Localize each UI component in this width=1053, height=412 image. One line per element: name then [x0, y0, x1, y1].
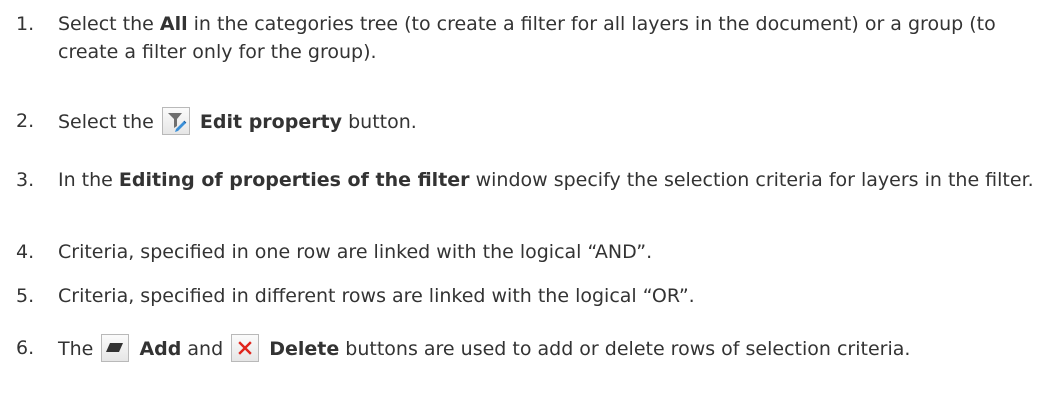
step-text-part: Select the	[58, 13, 160, 35]
step-number: 4.	[16, 241, 35, 263]
step-text: Select the Edit property button.	[58, 107, 1046, 136]
step-number: 1.	[16, 13, 35, 35]
step-number: 2.	[16, 110, 35, 132]
step-text-part: and	[181, 338, 230, 360]
step-number: 6.	[16, 337, 35, 359]
step-text-part: Criteria, specified in different rows ar…	[58, 285, 695, 307]
add-row-icon	[101, 334, 130, 362]
step-item: 5. Criteria, specified in different rows…	[16, 282, 1046, 310]
step-text-bold: Edit property	[199, 111, 343, 133]
step-text: Criteria, specified in different rows ar…	[58, 282, 1046, 310]
step-text-part: button.	[342, 111, 417, 133]
step-text-part: In the	[58, 169, 119, 191]
step-item: 2. Select the Edit property button.	[16, 107, 1046, 136]
instruction-page: { "steps": [ { "number": "1.", "parts": …	[0, 0, 1053, 412]
step-text-part: buttons are used to add or delete rows o…	[339, 338, 911, 360]
step-text-bold: Add	[139, 338, 182, 360]
step-item: 4. Criteria, specified in one row are li…	[16, 238, 1046, 266]
step-text: The Add and Delete buttons are used to a…	[58, 334, 1046, 363]
step-item: 1. Select the All in the categories tree…	[16, 10, 1046, 66]
step-text-bold: All	[159, 13, 188, 35]
edit-filter-icon	[161, 107, 190, 135]
step-text: Select the All in the categories tree (t…	[58, 10, 1046, 66]
step-text-part: in the categories tree (to create a filt…	[58, 13, 996, 63]
step-number: 3.	[16, 169, 35, 191]
step-text-part: window specify the selection criteria fo…	[469, 169, 1034, 191]
step-text-bold: Delete	[269, 338, 340, 360]
delete-icon	[231, 334, 260, 362]
step-item: 6. The Add and Delete buttons are used t…	[16, 334, 1046, 363]
step-text: Criteria, specified in one row are linke…	[58, 238, 1046, 266]
step-text-part: Select the	[58, 111, 160, 133]
step-text-part: Criteria, specified in one row are linke…	[58, 241, 653, 263]
step-item: 3. In the Editing of properties of the f…	[16, 166, 1046, 194]
step-text: In the Editing of properties of the filt…	[58, 166, 1046, 194]
step-text-part: The	[58, 338, 100, 360]
step-number: 5.	[16, 285, 35, 307]
step-text-bold: Editing of properties of the filter	[118, 169, 470, 191]
